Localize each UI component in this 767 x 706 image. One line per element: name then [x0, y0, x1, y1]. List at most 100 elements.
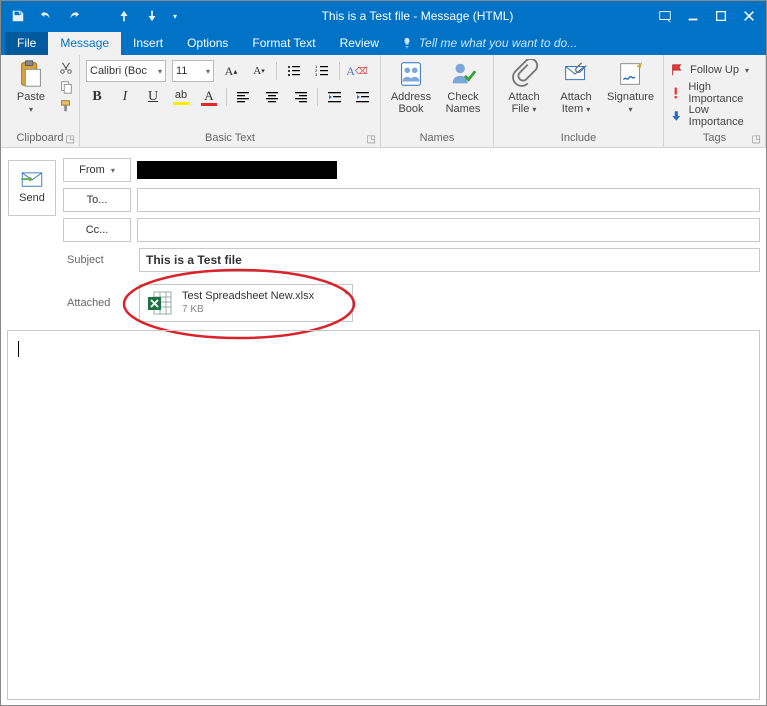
tab-format-text[interactable]: Format Text [240, 32, 327, 55]
undo-icon[interactable] [39, 9, 53, 23]
subject-input[interactable]: This is a Test file [139, 248, 760, 272]
tab-options[interactable]: Options [175, 32, 240, 55]
qat-customize-icon[interactable]: ▾ [173, 12, 177, 21]
attachment-item[interactable]: Test Spreadsheet New.xlsx 7 KB ▾ [139, 284, 353, 322]
align-right-icon[interactable] [289, 86, 311, 108]
follow-up-button[interactable]: Follow Up ▾ [670, 60, 749, 80]
group-label-basic-text: Basic Text [205, 132, 255, 144]
group-include: Attach File ▾ Attach Item ▾ Signature▾ I… [494, 55, 664, 147]
low-importance-icon [670, 109, 683, 123]
send-label: Send [19, 192, 45, 204]
text-cursor [18, 341, 19, 357]
send-button[interactable]: Send [8, 160, 56, 216]
grow-font-icon[interactable]: A▴ [220, 60, 242, 82]
copy-icon[interactable] [59, 80, 73, 94]
numbering-icon[interactable]: 123 [311, 60, 333, 82]
clear-formatting-icon[interactable]: A⌫ [346, 60, 368, 82]
next-item-icon[interactable] [145, 9, 159, 23]
address-book-button[interactable]: Address Book [387, 57, 435, 117]
bullets-icon[interactable] [283, 60, 305, 82]
group-tags: Follow Up ▾ High Importance Low Importan… [664, 55, 766, 147]
from-button[interactable]: From▾ [63, 158, 131, 182]
paperclip-icon [509, 59, 539, 89]
bold-button[interactable]: B [86, 86, 108, 108]
svg-text:3: 3 [315, 72, 318, 77]
quick-access-toolbar: ▾ [1, 9, 177, 23]
low-importance-button[interactable]: Low Importance [670, 106, 759, 126]
increase-indent-icon[interactable] [352, 86, 374, 108]
signature-button[interactable]: Signature▾ [604, 57, 657, 118]
clipboard-launcher-icon[interactable]: ◳ [66, 132, 75, 148]
window-buttons [658, 9, 766, 23]
high-importance-label: High Importance [688, 81, 759, 105]
tell-me-search[interactable]: Tell me what you want to do... [391, 32, 587, 55]
previous-item-icon[interactable] [117, 9, 131, 23]
attachment-dropdown-icon[interactable]: ▾ [344, 288, 348, 297]
align-center-icon[interactable] [261, 86, 283, 108]
paste-icon [16, 59, 46, 89]
font-size: 11 [176, 65, 187, 77]
decrease-indent-icon[interactable] [324, 86, 346, 108]
attached-label: Attached [63, 297, 133, 309]
font-size-selector[interactable]: 11▾ [172, 60, 214, 82]
group-label-clipboard: Clipboard [16, 132, 63, 144]
ribbon: Paste▾ Clipboard◳ Calibri (Boc▾ 11▾ A▴ A… [1, 55, 766, 148]
cut-icon[interactable] [59, 61, 73, 75]
attachment-size: 7 KB [182, 303, 314, 316]
minimize-icon[interactable] [686, 9, 700, 23]
tab-message[interactable]: Message [48, 32, 121, 55]
from-label: From [79, 164, 105, 176]
format-painter-icon[interactable] [59, 99, 73, 113]
address-book-icon [396, 59, 426, 89]
group-basic-text: Calibri (Boc▾ 11▾ A▴ A▾ 123 A⌫ B I U ab … [80, 55, 381, 147]
tell-me-placeholder: Tell me what you want to do... [419, 36, 577, 50]
font-color-icon[interactable]: A [198, 86, 220, 108]
address-book-label: Address Book [391, 91, 431, 115]
send-icon [21, 172, 43, 188]
shrink-font-icon[interactable]: A▾ [248, 60, 270, 82]
check-names-button[interactable]: Check Names [439, 57, 487, 117]
low-importance-label: Low Importance [689, 104, 759, 128]
underline-button[interactable]: U [142, 86, 164, 108]
attach-file-button[interactable]: Attach File ▾ [500, 57, 548, 118]
from-value-redacted [137, 161, 337, 179]
basic-text-launcher-icon[interactable]: ◳ [367, 132, 376, 148]
attach-item-icon [561, 59, 591, 89]
save-icon[interactable] [11, 9, 25, 23]
tags-launcher-icon[interactable]: ◳ [752, 132, 761, 148]
attach-item-button[interactable]: Attach Item ▾ [552, 57, 600, 118]
group-label-tags: Tags [703, 132, 726, 144]
align-left-icon[interactable] [233, 86, 255, 108]
text-highlight-icon[interactable]: ab [170, 86, 192, 108]
cc-input[interactable] [137, 218, 760, 242]
high-importance-button[interactable]: High Importance [670, 83, 759, 103]
subject-value: This is a Test file [146, 253, 242, 267]
attachment-filename: Test Spreadsheet New.xlsx [182, 290, 314, 303]
font-name: Calibri (Boc [90, 65, 147, 77]
tab-file[interactable]: File [5, 32, 48, 55]
titlebar: ▾ This is a Test file - Message (HTML) [1, 1, 766, 31]
flag-icon [670, 63, 684, 77]
ribbon-tabs: File Message Insert Options Format Text … [1, 31, 766, 55]
to-button[interactable]: To... [63, 188, 131, 212]
paste-button[interactable]: Paste▾ [7, 57, 55, 118]
redo-icon[interactable] [67, 9, 81, 23]
cc-button[interactable]: Cc... [63, 218, 131, 242]
close-icon[interactable] [742, 9, 756, 23]
italic-button[interactable]: I [114, 86, 136, 108]
signature-label: Signature [607, 91, 654, 103]
group-names: Address Book Check Names Names [381, 55, 494, 147]
follow-up-label: Follow Up [690, 64, 739, 76]
to-input[interactable] [137, 188, 760, 212]
subject-label: Subject [63, 254, 133, 266]
paste-label: Paste [17, 91, 45, 103]
ribbon-display-options-icon[interactable] [658, 9, 672, 23]
tab-review[interactable]: Review [328, 32, 391, 55]
signature-icon [616, 59, 646, 89]
check-names-label: Check Names [446, 91, 481, 115]
tab-insert[interactable]: Insert [121, 32, 175, 55]
maximize-icon[interactable] [714, 9, 728, 23]
group-label-names: Names [387, 130, 487, 146]
font-selector[interactable]: Calibri (Boc▾ [86, 60, 166, 82]
message-body-editor[interactable] [7, 330, 760, 700]
